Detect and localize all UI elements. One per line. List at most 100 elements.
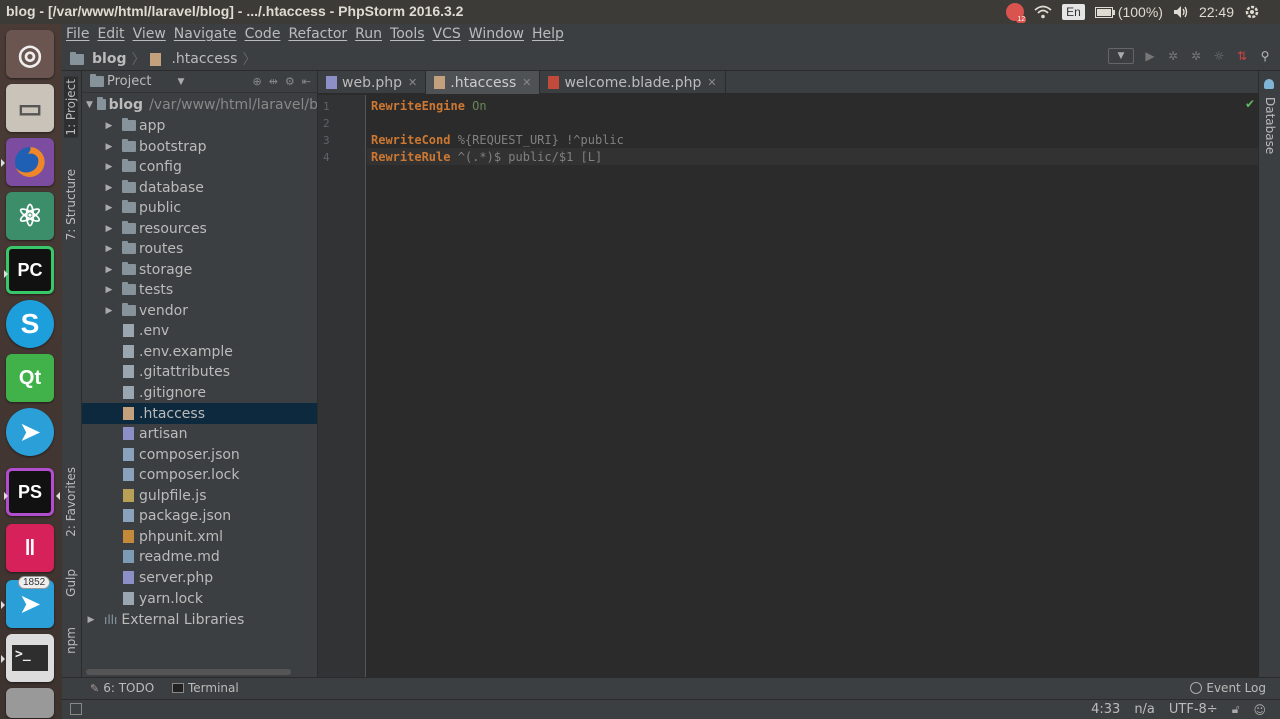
tree-folder[interactable]: ▶ tests [82,279,317,300]
tree-file[interactable]: phpunit.xml [82,526,317,547]
ubuntu-dash-icon[interactable]: ◎ [6,30,54,78]
menu-navigate[interactable]: Navigate [174,26,237,42]
caret-position[interactable]: 4:33 [1091,702,1120,717]
terminal-icon[interactable]: >_ [1,634,54,682]
tab-structure[interactable]: 7: Structure [64,169,78,240]
code-line[interactable]: RewriteEngine On [371,98,487,115]
tree-folder[interactable]: ▶ storage [82,259,317,280]
menu-file[interactable]: File [66,26,89,42]
menu-vcs[interactable]: VCS [433,26,461,42]
power-gear-icon[interactable] [1244,4,1260,20]
breadcrumb-file[interactable]: .htaccess [171,51,237,67]
file-encoding[interactable]: UTF-8÷ [1169,702,1218,717]
search-everywhere-icon[interactable]: ⚲ [1258,49,1272,63]
chevron-down-icon[interactable]: ▼ [177,77,184,87]
project-view-selector[interactable]: Project [107,74,151,89]
close-icon[interactable]: ✕ [707,76,716,89]
tab-htaccess[interactable]: .htaccess ✕ [426,71,541,94]
tree-file-selected[interactable]: .htaccess [82,403,317,424]
tree-file[interactable]: readme.md [82,546,317,567]
battery-indicator[interactable]: (100%) [1094,4,1163,20]
collapse-icon[interactable]: ⇹ [269,75,278,88]
tab-terminal[interactable]: Terminal [172,681,239,695]
tree-file[interactable]: composer.json [82,444,317,465]
wifi-icon[interactable] [1034,5,1052,19]
gear-icon[interactable]: ⚙ [285,75,295,88]
tool-windows-icon[interactable] [70,703,82,715]
tree-folder[interactable]: ▶ app [82,115,317,136]
tree-file[interactable]: .env [82,320,317,341]
code-line[interactable]: RewriteCond %{REQUEST_URI} !^public [371,132,624,149]
tab-event-log[interactable]: Event Log [1190,681,1266,695]
clock[interactable]: 22:49 [1199,4,1234,20]
tree-file[interactable]: .gitignore [82,382,317,403]
keyboard-language[interactable]: En [1062,4,1085,20]
tree-file[interactable]: artisan [82,423,317,444]
run-config-dropdown[interactable]: ▼ [1108,48,1134,64]
tree-folder[interactable]: ▶ bootstrap [82,136,317,157]
tab-npm[interactable]: npm [64,627,78,654]
tree-file[interactable]: .gitattributes [82,361,317,382]
tree-folder[interactable]: ▶ database [82,177,317,198]
menu-window[interactable]: Window [469,26,524,42]
hide-icon[interactable]: ⇤ [302,75,311,88]
horizontal-scrollbar[interactable] [86,669,291,675]
tab-favorites[interactable]: 2: Favorites [64,467,78,537]
menu-help[interactable]: Help [532,26,564,42]
firefox-icon[interactable] [1,138,54,186]
pycharm-icon[interactable]: PC [4,246,54,294]
tab-web-php[interactable]: web.php ✕ [318,71,427,94]
telegram-desktop-icon[interactable]: ➤ 1852 [1,576,54,628]
tab-project[interactable]: 1: Project [64,77,78,138]
tree-folder[interactable]: ▶ config [82,156,317,177]
tree-folder[interactable]: ▶ routes [82,238,317,259]
tree-file[interactable]: gulpfile.js [82,485,317,506]
coverage-icon[interactable]: ✲ [1189,49,1203,63]
qt-creator-icon[interactable]: Qt [6,354,54,402]
lock-icon[interactable]: 🔓︎ [1232,702,1240,717]
skype-icon[interactable]: S [6,300,54,348]
tree-root[interactable]: ▼ blog /var/www/html/laravel/b [82,94,317,115]
atom-icon[interactable]: ⚛ [6,192,54,240]
menu-run[interactable]: Run [355,26,382,42]
menu-edit[interactable]: Edit [97,26,124,42]
tree-folder[interactable]: ▶ public [82,197,317,218]
breadcrumb-project[interactable]: blog [92,51,126,67]
close-icon[interactable]: ✕ [522,76,531,89]
menu-refactor[interactable]: Refactor [288,26,347,42]
close-icon[interactable]: ✕ [408,76,417,89]
tree-external-libraries[interactable]: ▶ ıllı External Libraries [82,609,317,630]
notification-icon[interactable]: 12 [1006,3,1027,23]
trash-icon[interactable] [6,688,54,718]
tab-todo[interactable]: ✎ 6: TODO [90,681,154,695]
gitkraken-icon[interactable]: ǁ [6,524,54,572]
menu-code[interactable]: Code [245,26,281,42]
tab-welcome-blade[interactable]: welcome.blade.php ✕ [540,71,726,94]
tree-folder[interactable]: ▶ resources [82,218,317,239]
tree-file[interactable]: composer.lock [82,464,317,485]
menu-view[interactable]: View [133,26,166,42]
volume-icon[interactable] [1173,5,1189,19]
tree-file[interactable]: package.json [82,505,317,526]
sync-icon[interactable]: ⊕ [252,75,261,88]
tab-gulp[interactable]: Gulp [64,569,78,597]
vcs-update-icon[interactable]: ⇅ [1235,49,1249,63]
code-line[interactable]: RewriteRule ^(.*)$ public/$1 [L] [371,149,602,166]
inspector-icon[interactable]: ☺ [1253,703,1266,717]
tab-database[interactable]: Database [1263,97,1277,154]
line-number: 1 [323,100,330,113]
files-icon[interactable]: ▭ [6,84,54,132]
debug-icon[interactable]: ✲ [1166,49,1180,63]
telegram-icon[interactable]: ➤ [6,408,54,456]
bottom-tool-stripe: ✎ 6: TODO Terminal Event Log [62,677,1280,699]
run-icon[interactable]: ▶ [1143,49,1157,63]
menu-tools[interactable]: Tools [390,26,425,42]
phpstorm-icon[interactable]: PS [4,468,60,516]
line-separator[interactable]: n/a [1134,702,1155,717]
tree-file[interactable]: yarn.lock [82,588,317,609]
tree-folder[interactable]: ▶ vendor [82,300,317,321]
profile-icon[interactable]: ☼ [1212,49,1226,63]
tree-file[interactable]: .env.example [82,341,317,362]
code-editor[interactable]: RewriteEngine On RewriteCond %{REQUEST_U… [367,95,1258,677]
tree-file[interactable]: server.php [82,567,317,588]
